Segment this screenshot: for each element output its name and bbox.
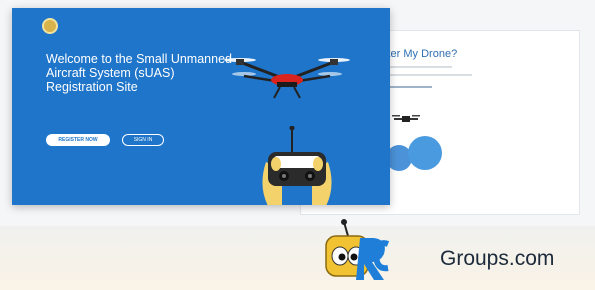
rcgroups-brand-text: Groups.com <box>440 247 555 270</box>
register-now-button[interactable]: REGISTER NOW <box>46 134 110 146</box>
background-bubble <box>408 136 442 170</box>
background-page-title: ster My Drone? <box>382 48 458 60</box>
rcgroups-mascot-logo-icon <box>325 219 390 280</box>
background-drone-icon <box>392 115 420 122</box>
background-text-line <box>382 74 472 76</box>
agency-seal-icon <box>42 18 58 34</box>
sign-in-button[interactable]: SIGN IN <box>122 134 164 146</box>
registration-hero-panel: Welcome to the Small Unmanned Aircraft S… <box>12 8 390 205</box>
background-text-line <box>382 66 452 68</box>
hero-headline: Welcome to the Small Unmanned Aircraft S… <box>46 52 232 94</box>
remote-controller-icon <box>262 126 332 205</box>
drone-illustration-icon <box>224 58 350 99</box>
